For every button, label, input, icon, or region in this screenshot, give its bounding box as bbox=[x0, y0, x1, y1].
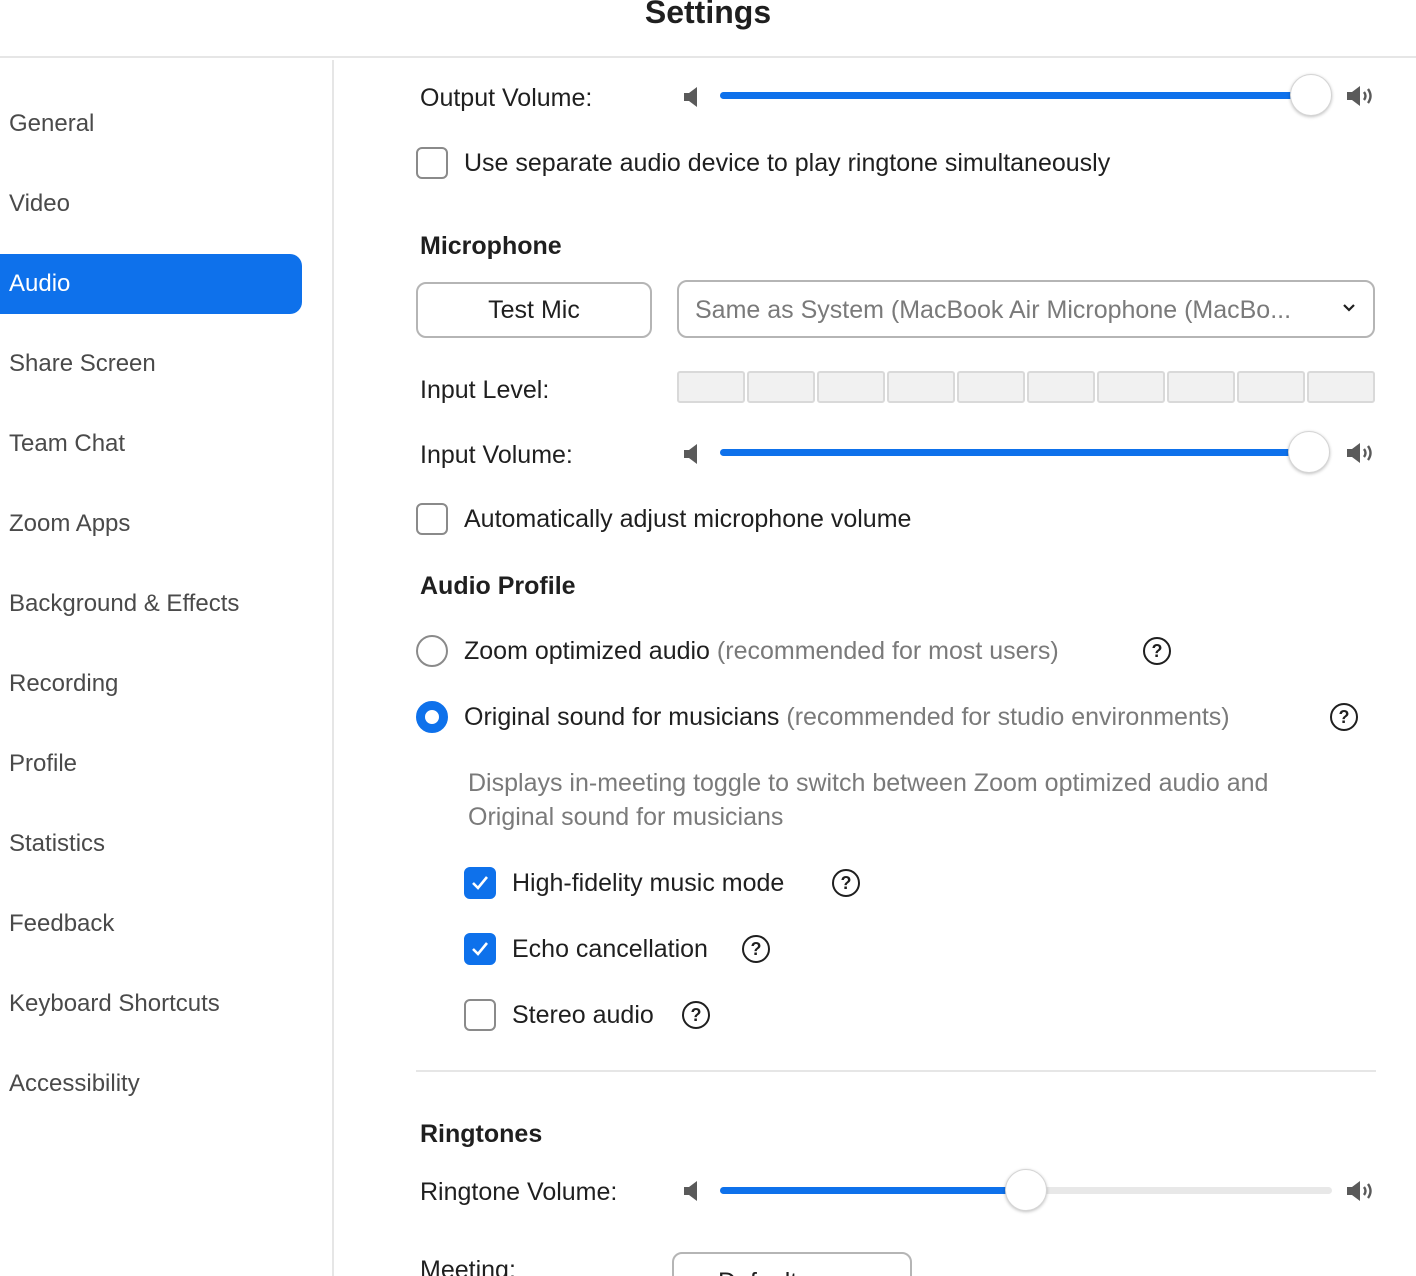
checkmark-icon bbox=[472, 942, 489, 956]
zoom-optimized-audio-radio[interactable] bbox=[416, 635, 448, 667]
original-sound-description-line2: Original sound for musicians bbox=[468, 803, 784, 831]
question-circle-icon[interactable]: ? bbox=[1143, 637, 1171, 665]
microphone-device-select[interactable]: Same as System (MacBook Air Microphone (… bbox=[677, 280, 1375, 338]
input-level-segment bbox=[747, 371, 815, 403]
separate-device-checkbox[interactable] bbox=[416, 147, 448, 179]
question-circle-icon[interactable]: ? bbox=[1330, 703, 1358, 731]
input-volume-label: Input Volume: bbox=[420, 441, 573, 469]
echo-cancellation-checkbox[interactable] bbox=[464, 933, 496, 965]
output-volume-fill bbox=[720, 92, 1311, 99]
ringtone-volume-thumb[interactable] bbox=[1005, 1169, 1047, 1211]
chevron-down-icon bbox=[1343, 304, 1355, 312]
high-fidelity-music-label: High-fidelity music mode bbox=[512, 869, 785, 897]
input-volume-thumb[interactable] bbox=[1288, 431, 1330, 473]
input-volume-slider[interactable] bbox=[720, 431, 1330, 473]
speaker-high-icon bbox=[1347, 1181, 1372, 1201]
stereo-audio-checkbox[interactable] bbox=[464, 999, 496, 1031]
sidebar-item-feedback[interactable]: Feedback bbox=[0, 894, 302, 954]
output-volume-slider[interactable] bbox=[720, 74, 1332, 116]
sidebar-item-keyboard-shortcuts[interactable]: Keyboard Shortcuts bbox=[0, 974, 302, 1034]
auto-adjust-mic-label: Automatically adjust microphone volume bbox=[464, 505, 912, 533]
zoom-optimized-audio-option[interactable]: Zoom optimized audio (recommended for mo… bbox=[464, 637, 1059, 666]
sidebar-item-profile[interactable]: Profile bbox=[0, 734, 302, 794]
speaker-low-icon bbox=[684, 444, 697, 464]
zoom-optimized-audio-label: Zoom optimized audio bbox=[464, 637, 710, 665]
input-level-segment bbox=[1027, 371, 1095, 403]
ringtones-section-title: Ringtones bbox=[420, 1120, 543, 1148]
speaker-high-icon bbox=[1347, 443, 1372, 463]
input-level-segment bbox=[1167, 371, 1235, 403]
test-mic-button[interactable]: Test Mic bbox=[416, 282, 652, 338]
speaker-low-icon bbox=[684, 87, 697, 107]
title-bar: Settings bbox=[0, 0, 1416, 58]
meeting-ringtone-select[interactable]: Default bbox=[672, 1252, 912, 1276]
sidebar-item-statistics[interactable]: Statistics bbox=[0, 814, 302, 874]
input-level-meter bbox=[677, 371, 1375, 403]
original-sound-hint: (recommended for studio environments) bbox=[786, 703, 1230, 731]
question-circle-icon[interactable]: ? bbox=[682, 1001, 710, 1029]
separate-device-label: Use separate audio device to play ringto… bbox=[464, 149, 1111, 177]
original-sound-radio[interactable] bbox=[416, 701, 448, 733]
window-title: Settings bbox=[644, 0, 772, 30]
ringtone-volume-slider[interactable] bbox=[720, 1169, 1332, 1211]
checkmark-icon bbox=[472, 876, 489, 890]
output-volume-label: Output Volume: bbox=[420, 84, 593, 112]
sidebar-item-accessibility[interactable]: Accessibility bbox=[0, 1054, 302, 1114]
sidebar-item-recording[interactable]: Recording bbox=[0, 654, 302, 714]
ringtone-volume-label: Ringtone Volume: bbox=[420, 1178, 618, 1206]
ringtone-volume-fill bbox=[720, 1187, 1026, 1194]
input-level-segment bbox=[817, 371, 885, 403]
sidebar-item-video[interactable]: Video bbox=[0, 174, 302, 234]
input-level-segment bbox=[677, 371, 745, 403]
audio-settings-panel: Output Volume: Use separate audio device… bbox=[336, 60, 1416, 1276]
input-level-label: Input Level: bbox=[420, 376, 550, 404]
speaker-low-icon bbox=[684, 1181, 697, 1201]
sidebar-item-zoom-apps[interactable]: Zoom Apps bbox=[0, 494, 302, 554]
microphone-section-title: Microphone bbox=[420, 232, 562, 260]
meeting-ringtone-value: Default bbox=[718, 1268, 797, 1276]
input-level-segment bbox=[1307, 371, 1375, 403]
echo-cancellation-label: Echo cancellation bbox=[512, 935, 708, 963]
auto-adjust-mic-checkbox[interactable] bbox=[416, 503, 448, 535]
settings-sidebar: General Video Audio Share Screen Team Ch… bbox=[0, 60, 334, 1276]
input-level-segment bbox=[887, 371, 955, 403]
audio-profile-section-title: Audio Profile bbox=[420, 572, 576, 600]
input-level-segment bbox=[1097, 371, 1165, 403]
input-level-segment bbox=[957, 371, 1025, 403]
question-circle-icon[interactable]: ? bbox=[742, 935, 770, 963]
sidebar-item-audio[interactable]: Audio bbox=[0, 254, 302, 314]
sidebar-item-team-chat[interactable]: Team Chat bbox=[0, 414, 302, 474]
original-sound-description-line1: Displays in-meeting toggle to switch bet… bbox=[468, 769, 1269, 797]
microphone-device-value: Same as System (MacBook Air Microphone (… bbox=[695, 296, 1292, 324]
sidebar-item-share-screen[interactable]: Share Screen bbox=[0, 334, 302, 394]
section-divider bbox=[416, 1070, 1376, 1072]
stereo-audio-label: Stereo audio bbox=[512, 1001, 654, 1029]
high-fidelity-music-checkbox[interactable] bbox=[464, 867, 496, 899]
zoom-optimized-audio-hint: (recommended for most users) bbox=[716, 637, 1059, 665]
speaker-high-icon bbox=[1347, 86, 1372, 106]
input-level-segment bbox=[1237, 371, 1305, 403]
input-volume-fill bbox=[720, 449, 1309, 456]
question-circle-icon[interactable]: ? bbox=[832, 869, 860, 897]
original-sound-label: Original sound for musicians bbox=[464, 703, 780, 731]
sidebar-item-general[interactable]: General bbox=[0, 94, 302, 154]
output-volume-thumb[interactable] bbox=[1290, 74, 1332, 116]
sidebar-item-background-effects[interactable]: Background & Effects bbox=[0, 574, 302, 634]
original-sound-option[interactable]: Original sound for musicians (recommende… bbox=[464, 703, 1230, 732]
meeting-ringtone-label: Meeting: bbox=[420, 1256, 516, 1276]
